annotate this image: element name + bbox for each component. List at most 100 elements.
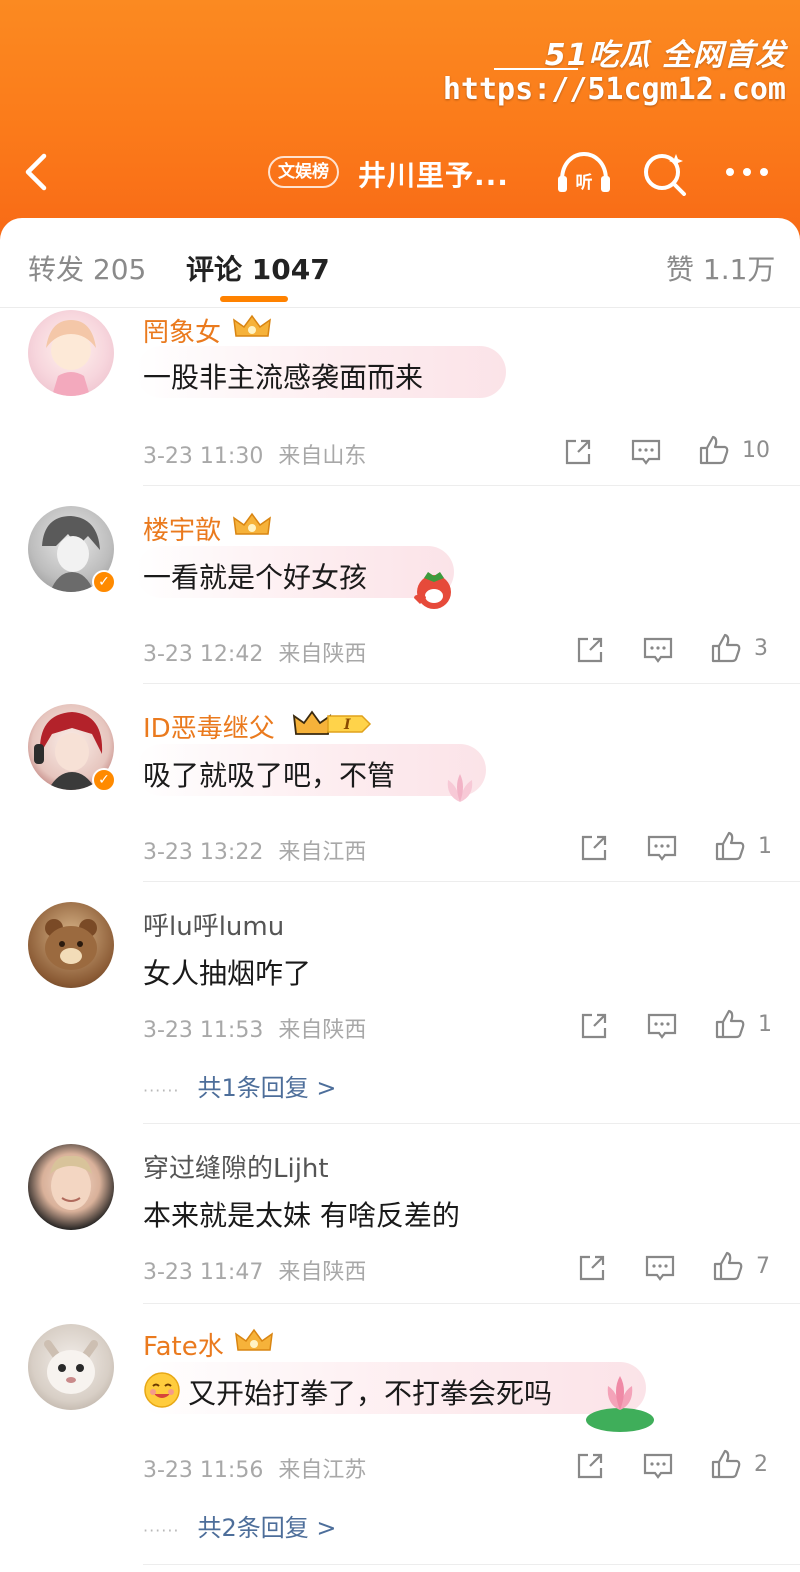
- like-icon[interactable]: [714, 1008, 746, 1040]
- avatar[interactable]: [28, 902, 114, 988]
- search-icon[interactable]: [642, 150, 688, 196]
- watermark-url: https://51cgm12.com: [442, 72, 786, 107]
- comment-icon[interactable]: [642, 1450, 674, 1482]
- comment-meta: 3-23 11:56 来自江苏: [143, 1452, 366, 1484]
- crown-icon: [235, 1328, 273, 1351]
- share-icon[interactable]: [576, 1252, 608, 1284]
- comment-item: 罔象女 一股非主流感袭面而来 3-23 11:30 来自山东 10: [0, 308, 800, 486]
- reply-count[interactable]: 共2条回复 >: [198, 1514, 337, 1542]
- strawberry-sticker-icon: [414, 572, 451, 609]
- divider: [143, 1564, 800, 1565]
- comment-location: 来自陕西: [278, 1260, 367, 1285]
- comment-text: 又开始打拳了，不打拳会死吗: [188, 1377, 553, 1410]
- username[interactable]: Fate水: [143, 1326, 224, 1363]
- back-icon[interactable]: [20, 150, 54, 194]
- watermark-divider: [494, 68, 578, 70]
- comment-item: Fate水 又开始打拳了，不打拳会死吗 3-23 11:56 来自江苏 2 ··…: [0, 1304, 800, 1572]
- comment-icon[interactable]: [630, 436, 662, 468]
- like-count: 1: [758, 834, 772, 859]
- share-icon[interactable]: [574, 1450, 606, 1482]
- avatar[interactable]: [28, 310, 114, 396]
- comment-icon[interactable]: [646, 832, 678, 864]
- topic-badge[interactable]: 文娱榜: [268, 156, 339, 188]
- comment-meta: 3-23 13:22 来自江西: [143, 834, 366, 866]
- like-icon[interactable]: [714, 830, 746, 862]
- lotus-leaf-sticker-icon: [586, 1376, 654, 1432]
- username[interactable]: 穿过缝隙的Lijht: [143, 1148, 329, 1185]
- verified-icon: ✓: [92, 570, 116, 594]
- watermark: 51吃瓜 全网首发 https://51cgm12.com: [443, 10, 792, 110]
- like-count: 1: [758, 1012, 772, 1037]
- like-count: 7: [756, 1254, 770, 1279]
- comment-location: 来自江苏: [278, 1458, 367, 1483]
- svg-text:I: I: [343, 717, 351, 733]
- like-icon[interactable]: [712, 1250, 744, 1282]
- view-replies-link[interactable]: ······ 共2条回复 >: [143, 1508, 337, 1543]
- like-icon[interactable]: [710, 632, 742, 664]
- lotus-sticker-icon: [447, 774, 473, 802]
- comment-location: 来自山东: [278, 444, 367, 469]
- tab-comments[interactable]: 评论 1047: [186, 248, 330, 288]
- comment-icon[interactable]: [642, 634, 674, 666]
- comment-item: 呼lu呼lumu 女人抽烟咋了 3-23 11:53 来自陕西 1 ······…: [0, 882, 800, 1124]
- comment-location: 来自陕西: [278, 642, 367, 667]
- comment-item: ✓ ID恶毒继父 I 吸了就吸了吧，不管 3-23 13:22 来自江西 1: [0, 684, 800, 882]
- crown-icon: [233, 314, 271, 337]
- comment-tab-bar: 转发 205 评论 1047 赞 1.1万: [0, 218, 800, 308]
- tab-repost[interactable]: 转发 205: [28, 248, 146, 288]
- comment-time: 3-23 13:22: [143, 840, 264, 865]
- comment-text: 一股非主流感袭面而来: [143, 361, 424, 394]
- share-icon[interactable]: [562, 436, 594, 468]
- comment-time: 3-23 11:30: [143, 444, 264, 469]
- comment-item: 穿过缝隙的Lijht 本来就是太妹 有啥反差的 3-23 11:47 来自陕西 …: [0, 1124, 800, 1304]
- comment-time: 3-23 12:42: [143, 642, 264, 667]
- comment-meta: 3-23 11:30 来自山东: [143, 438, 366, 470]
- like-count: 2: [754, 1452, 768, 1477]
- active-tab-indicator: [220, 296, 288, 302]
- comment-icon[interactable]: [646, 1010, 678, 1042]
- comment-location: 来自江西: [278, 840, 367, 865]
- username[interactable]: 楼宇歆: [143, 510, 221, 547]
- verified-icon: ✓: [92, 768, 116, 792]
- comment-meta: 3-23 11:47 来自陕西: [143, 1254, 366, 1286]
- reply-dots: ······: [143, 1521, 180, 1540]
- watermark-brand: 51吃瓜 全网首发: [544, 38, 786, 73]
- username[interactable]: 呼lu呼lumu: [143, 906, 284, 943]
- comment-meta: 3-23 12:42 来自陕西: [143, 636, 366, 668]
- like-count: 3: [754, 636, 768, 661]
- crown-icon: I: [292, 710, 372, 735]
- avatar[interactable]: [28, 1144, 114, 1230]
- avatar-illustration: [46, 320, 96, 396]
- comment-time: 3-23 11:47: [143, 1260, 264, 1285]
- username[interactable]: ID恶毒继父: [143, 708, 275, 745]
- share-icon[interactable]: [578, 1010, 610, 1042]
- like-icon[interactable]: [698, 434, 730, 466]
- share-icon[interactable]: [574, 634, 606, 666]
- avatar-illustration: [44, 1340, 98, 1394]
- comment-text: 女人抽烟咋了: [143, 957, 312, 990]
- listen-icon[interactable]: 听: [556, 150, 612, 196]
- view-replies-link[interactable]: ······ 共1条回复 >: [143, 1068, 337, 1103]
- comment-text: 一看就是个好女孩: [143, 561, 368, 594]
- reply-count[interactable]: 共1条回复 >: [198, 1074, 337, 1102]
- app-header: 文娱榜 井川里予... 听 51吃瓜 全网首发 https://51cgm12.…: [0, 0, 800, 240]
- like-icon[interactable]: [710, 1448, 742, 1480]
- comment-item: ✓ 楼宇歆 一看就是个好女孩 3-23 12:42 来自陕西 3: [0, 486, 800, 684]
- page-title: 井川里予...: [358, 159, 509, 192]
- crown-icon: [233, 512, 271, 535]
- more-icon[interactable]: [724, 162, 770, 182]
- comment-text: 吸了就吸了吧，不管: [143, 759, 396, 792]
- emoji-yummy-icon: [144, 1372, 180, 1408]
- comment-icon[interactable]: [644, 1252, 676, 1284]
- username[interactable]: 罔象女: [143, 312, 221, 349]
- tab-likes[interactable]: 赞 1.1万: [666, 248, 775, 288]
- reply-dots: ······: [143, 1081, 180, 1100]
- avatar-illustration: [45, 919, 97, 970]
- share-icon[interactable]: [578, 832, 610, 864]
- svg-text:听: 听: [576, 172, 593, 193]
- comment-location: 来自陕西: [278, 1018, 367, 1043]
- comment-meta: 3-23 11:53 来自陕西: [143, 1012, 366, 1044]
- comment-time: 3-23 11:56: [143, 1458, 264, 1483]
- comment-time: 3-23 11:53: [143, 1018, 264, 1043]
- avatar[interactable]: [28, 1324, 114, 1410]
